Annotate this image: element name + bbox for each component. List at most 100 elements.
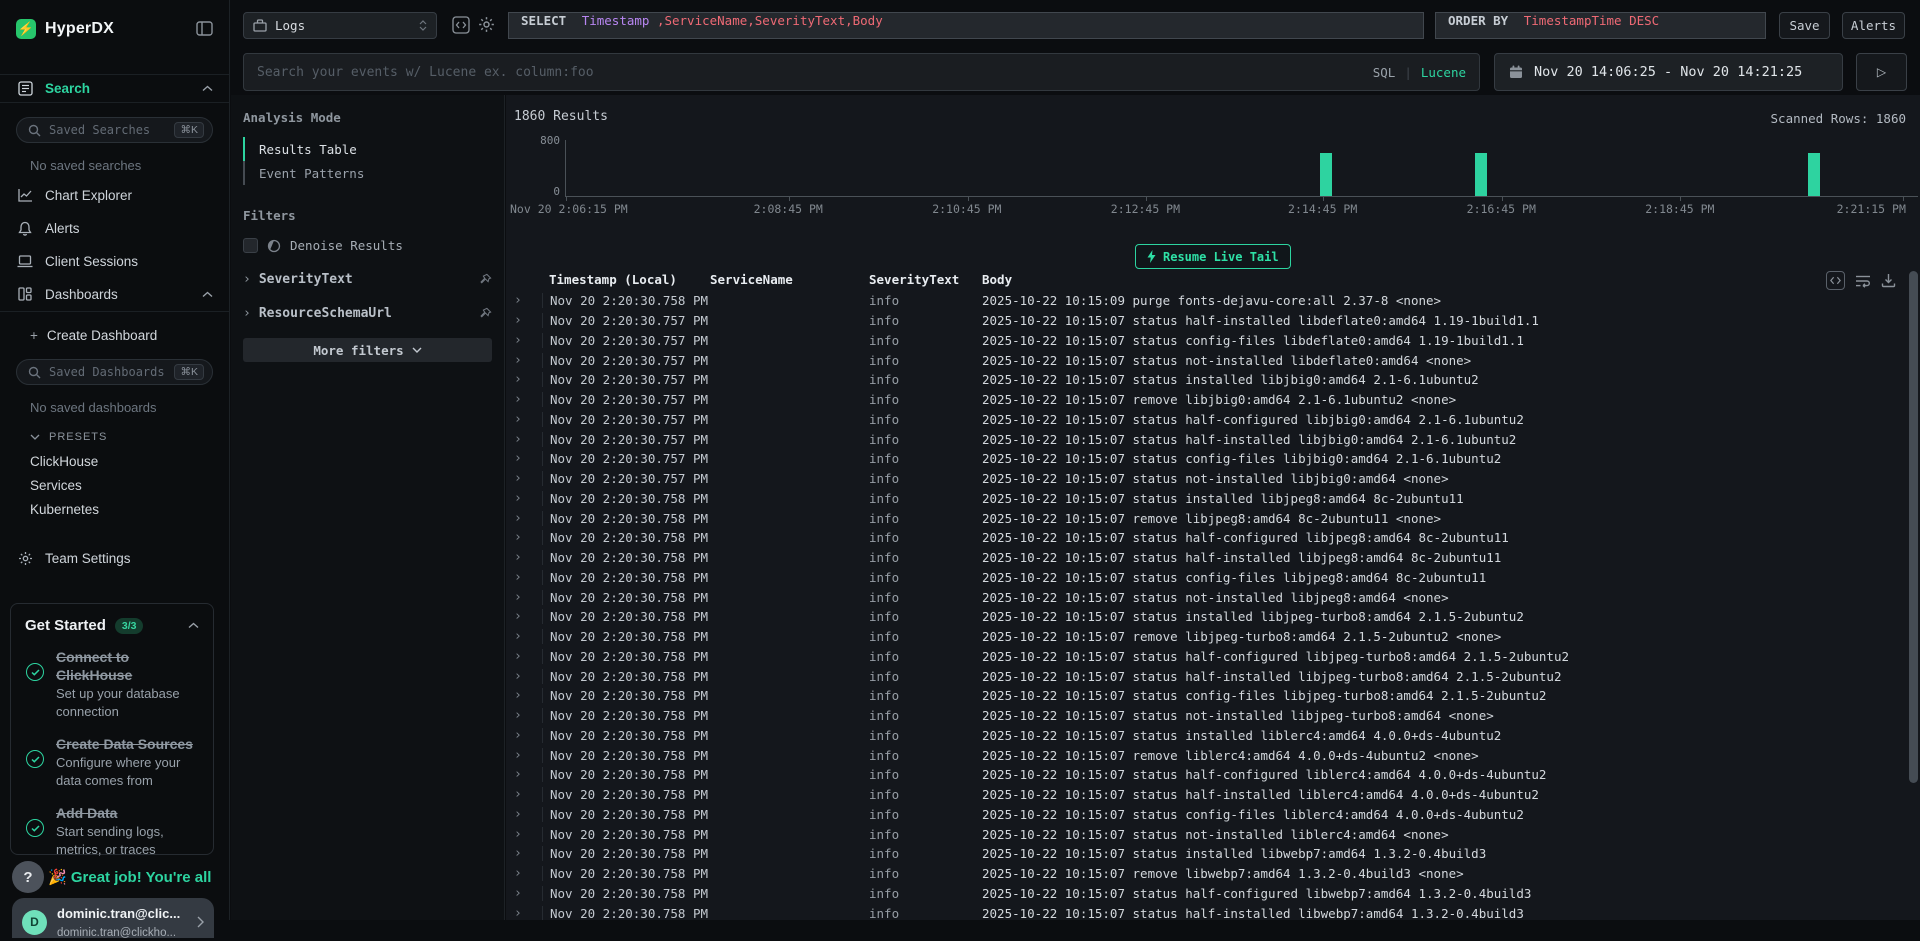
help-button[interactable]: ? bbox=[12, 861, 44, 893]
sql-editor-toggle-icon[interactable] bbox=[452, 16, 470, 34]
row-expand-icon[interactable]: › bbox=[514, 412, 542, 427]
get-started-item[interactable]: Create Data Sources Configure where your… bbox=[25, 736, 199, 790]
log-row[interactable]: ›Nov 20 2:20:30.758 PMinfo2025-10-22 10:… bbox=[506, 745, 1906, 765]
log-row[interactable]: ›Nov 20 2:20:30.758 PMinfo2025-10-22 10:… bbox=[506, 785, 1906, 805]
order-by-input[interactable]: ORDER BY TimestampTime DESC bbox=[1435, 12, 1766, 39]
log-row[interactable]: ›Nov 20 2:20:30.758 PMinfo2025-10-22 10:… bbox=[506, 607, 1906, 627]
log-row[interactable]: ›Nov 20 2:20:30.757 PMinfo2025-10-22 10:… bbox=[506, 311, 1906, 331]
row-expand-icon[interactable]: › bbox=[514, 609, 542, 624]
row-expand-icon[interactable]: › bbox=[514, 491, 542, 506]
sidebar-item-team-settings[interactable]: Team Settings bbox=[0, 547, 229, 569]
row-expand-icon[interactable]: › bbox=[514, 866, 542, 881]
wrap-lines-icon[interactable] bbox=[1855, 274, 1871, 288]
log-row[interactable]: ›Nov 20 2:20:30.758 PMinfo2025-10-22 10:… bbox=[506, 706, 1906, 726]
log-row[interactable]: ›Nov 20 2:20:30.758 PMinfo2025-10-22 10:… bbox=[506, 686, 1906, 706]
row-expand-icon[interactable]: › bbox=[514, 471, 542, 486]
sidebar-item-dashboards[interactable]: Dashboards bbox=[0, 283, 229, 305]
log-row[interactable]: ›Nov 20 2:20:30.758 PMinfo2025-10-22 10:… bbox=[506, 805, 1906, 825]
filter-group-resourceschemaurl[interactable]: › ResourceSchemaUrl bbox=[243, 306, 492, 321]
log-row[interactable]: ›Nov 20 2:20:30.757 PMinfo2025-10-22 10:… bbox=[506, 370, 1906, 390]
pin-icon[interactable] bbox=[479, 273, 492, 286]
row-expand-icon[interactable]: › bbox=[514, 530, 542, 545]
mode-results-table[interactable]: Results Table bbox=[243, 137, 492, 161]
row-expand-icon[interactable]: › bbox=[514, 669, 542, 684]
collapse-sidebar-icon[interactable] bbox=[196, 21, 213, 36]
download-icon[interactable] bbox=[1881, 273, 1896, 288]
date-range-picker[interactable]: Nov 20 14:06:25 - Nov 20 14:21:25 bbox=[1494, 53, 1843, 91]
sidebar-item-services[interactable]: Services bbox=[0, 477, 229, 493]
sidebar-item-kubernetes[interactable]: Kubernetes bbox=[0, 501, 229, 517]
column-header-timestamp[interactable]: Timestamp (Local) bbox=[542, 272, 710, 287]
log-row[interactable]: ›Nov 20 2:20:30.758 PMinfo2025-10-22 10:… bbox=[506, 508, 1906, 528]
lucene-toggle[interactable]: Lucene bbox=[1421, 65, 1466, 80]
log-row[interactable]: ›Nov 20 2:20:30.757 PMinfo2025-10-22 10:… bbox=[506, 469, 1906, 489]
sidebar-item-clickhouse[interactable]: ClickHouse bbox=[0, 453, 229, 469]
row-expand-icon[interactable]: › bbox=[514, 748, 542, 763]
log-row[interactable]: ›Nov 20 2:20:30.758 PMinfo2025-10-22 10:… bbox=[506, 528, 1906, 548]
log-row[interactable]: ›Nov 20 2:20:30.757 PMinfo2025-10-22 10:… bbox=[506, 331, 1906, 351]
log-row[interactable]: ›Nov 20 2:20:30.758 PMinfo2025-10-22 10:… bbox=[506, 627, 1906, 647]
chevron-up-icon[interactable] bbox=[188, 622, 199, 629]
get-started-item[interactable]: Add Data Start sending logs, metrics, or… bbox=[25, 805, 199, 859]
row-expand-icon[interactable]: › bbox=[514, 313, 542, 328]
chevron-up-icon[interactable] bbox=[202, 85, 213, 92]
alerts-button[interactable]: Alerts bbox=[1842, 12, 1905, 39]
row-expand-icon[interactable]: › bbox=[514, 372, 542, 387]
user-menu[interactable]: D dominic.tran@clic... dominic.tran@clic… bbox=[12, 898, 214, 938]
sql-toggle[interactable]: SQL bbox=[1373, 65, 1396, 80]
scrollbar-thumb[interactable] bbox=[1909, 271, 1918, 783]
row-expand-icon[interactable]: › bbox=[514, 629, 542, 644]
run-query-button[interactable]: ▷ bbox=[1856, 53, 1907, 91]
log-row[interactable]: ›Nov 20 2:20:30.758 PMinfo2025-10-22 10:… bbox=[506, 647, 1906, 667]
row-expand-icon[interactable]: › bbox=[514, 688, 542, 703]
saved-searches-input[interactable]: Saved Searches ⌘K bbox=[16, 117, 213, 143]
save-button[interactable]: Save bbox=[1779, 12, 1830, 39]
row-expand-icon[interactable]: › bbox=[514, 906, 542, 920]
log-row[interactable]: ›Nov 20 2:20:30.758 PMinfo2025-10-22 10:… bbox=[506, 903, 1906, 920]
sidebar-item-search[interactable]: Search bbox=[0, 75, 229, 103]
row-expand-icon[interactable]: › bbox=[514, 570, 542, 585]
row-expand-icon[interactable]: › bbox=[514, 353, 542, 368]
pin-icon[interactable] bbox=[479, 307, 492, 320]
log-row[interactable]: ›Nov 20 2:20:30.757 PMinfo2025-10-22 10:… bbox=[506, 410, 1906, 430]
more-filters-button[interactable]: More filters bbox=[243, 338, 492, 362]
log-row[interactable]: ›Nov 20 2:20:30.758 PMinfo2025-10-22 10:… bbox=[506, 824, 1906, 844]
row-expand-icon[interactable]: › bbox=[514, 886, 542, 901]
log-row[interactable]: ›Nov 20 2:20:30.758 PMinfo2025-10-22 10:… bbox=[506, 844, 1906, 864]
log-row[interactable]: ›Nov 20 2:20:30.758 PMinfo2025-10-22 10:… bbox=[506, 587, 1906, 607]
view-source-icon[interactable] bbox=[1826, 271, 1845, 290]
log-row[interactable]: ›Nov 20 2:20:30.758 PMinfo2025-10-22 10:… bbox=[506, 489, 1906, 509]
source-select[interactable]: Logs bbox=[243, 12, 437, 39]
sidebar-item-alerts[interactable]: Alerts bbox=[0, 217, 229, 239]
log-row[interactable]: ›Nov 20 2:20:30.758 PMinfo2025-10-22 10:… bbox=[506, 884, 1906, 904]
log-row[interactable]: ›Nov 20 2:20:30.757 PMinfo2025-10-22 10:… bbox=[506, 429, 1906, 449]
log-row[interactable]: ›Nov 20 2:20:30.758 PMinfo2025-10-22 10:… bbox=[506, 548, 1906, 568]
row-expand-icon[interactable]: › bbox=[514, 767, 542, 782]
histogram-bar[interactable] bbox=[1320, 153, 1332, 196]
row-expand-icon[interactable]: › bbox=[514, 787, 542, 802]
row-expand-icon[interactable]: › bbox=[514, 649, 542, 664]
row-expand-icon[interactable]: › bbox=[514, 392, 542, 407]
sidebar-item-chart-explorer[interactable]: Chart Explorer bbox=[0, 184, 229, 206]
presets-toggle[interactable]: PRESETS bbox=[0, 429, 229, 445]
row-expand-icon[interactable]: › bbox=[514, 550, 542, 565]
results-histogram[interactable]: 800 0 bbox=[565, 140, 1918, 197]
row-expand-icon[interactable]: › bbox=[514, 708, 542, 723]
histogram-bar[interactable] bbox=[1808, 153, 1820, 196]
log-row[interactable]: ›Nov 20 2:20:30.758 PMinfo2025-10-22 10:… bbox=[506, 568, 1906, 588]
row-expand-icon[interactable]: › bbox=[514, 827, 542, 842]
filter-group-severitytext[interactable]: › SeverityText bbox=[243, 272, 492, 287]
column-header-body[interactable]: ⋮Body bbox=[982, 272, 1810, 287]
column-header-servicename[interactable]: ⋮ServiceName bbox=[710, 272, 869, 287]
query-settings-gear-icon[interactable] bbox=[478, 16, 495, 33]
row-expand-icon[interactable]: › bbox=[514, 807, 542, 822]
sidebar-item-client-sessions[interactable]: Client Sessions bbox=[0, 250, 229, 272]
log-row[interactable]: ›Nov 20 2:20:30.758 PMinfo2025-10-22 10:… bbox=[506, 765, 1906, 785]
log-row[interactable]: ›Nov 20 2:20:30.758 PMinfo2025-10-22 10:… bbox=[506, 666, 1906, 686]
resume-live-tail-button[interactable]: Resume Live Tail bbox=[1135, 244, 1291, 269]
log-row[interactable]: ›Nov 20 2:20:30.758 PMinfo2025-10-22 10:… bbox=[506, 726, 1906, 746]
log-row[interactable]: ›Nov 20 2:20:30.757 PMinfo2025-10-22 10:… bbox=[506, 350, 1906, 370]
histogram-bar[interactable] bbox=[1475, 153, 1487, 196]
create-dashboard-button[interactable]: + Create Dashboard bbox=[0, 325, 229, 345]
denoise-checkbox[interactable] bbox=[243, 238, 258, 253]
